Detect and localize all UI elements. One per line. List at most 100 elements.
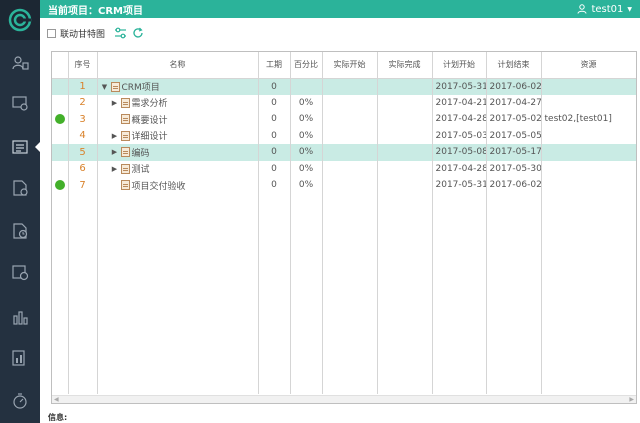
page-title: 当前项目：CRM项目	[48, 5, 143, 17]
scroll-right-icon[interactable]: ▶	[629, 396, 634, 403]
column-header-actual-end[interactable]: 实际完成	[377, 52, 433, 79]
sidebar-item-clock[interactable]	[0, 211, 40, 251]
name-cell[interactable]: 项目交付验收	[97, 177, 259, 194]
column-header-name[interactable]: 名称	[97, 52, 259, 79]
project-screen-icon	[12, 96, 28, 111]
expand-icon[interactable]: ▶	[111, 99, 119, 107]
actual-end-cell	[377, 111, 433, 128]
actual-end-cell	[377, 177, 433, 194]
actual-start-cell	[322, 160, 378, 177]
sidebar	[0, 0, 40, 423]
actual-start-cell	[322, 177, 378, 194]
column-header-duration[interactable]: 工期	[258, 52, 291, 79]
refresh-icon[interactable]	[131, 26, 145, 40]
collapse-icon[interactable]: ▼	[101, 83, 109, 91]
column-header-percent[interactable]: 百分比	[290, 52, 323, 79]
actual-start-cell	[322, 78, 378, 95]
actual-end-cell	[377, 144, 433, 161]
toolbar: 联动甘特图	[40, 18, 640, 48]
empty-cell	[258, 193, 291, 394]
link-gantt-checkbox[interactable]	[47, 28, 56, 38]
task-list-icon	[12, 140, 28, 154]
info-label: 信息:	[48, 413, 68, 422]
task-document-icon	[120, 163, 130, 174]
duration-cell: 0	[258, 160, 291, 177]
task-document-icon	[120, 130, 130, 141]
sidebar-item-document[interactable]	[0, 168, 40, 208]
user-menu[interactable]: test01 ▼	[577, 4, 632, 15]
task-document-icon	[120, 180, 130, 191]
column-header-seq[interactable]: 序号	[68, 52, 98, 79]
task-name: 详细设计	[131, 132, 168, 143]
user-icon	[577, 4, 587, 14]
name-cell[interactable]: ▶ 测试	[97, 160, 259, 177]
task-name: 项目交付验收	[131, 181, 186, 192]
sidebar-item-project-screen[interactable]	[0, 83, 40, 123]
table-row[interactable]: 6 ▶ 测试 0 0% 2017-04-28 2017-05-30	[52, 160, 636, 177]
empty-cell	[322, 193, 378, 394]
task-document-icon	[120, 147, 130, 158]
actual-end-cell	[377, 127, 433, 144]
name-cell[interactable]: ▶ 编码	[97, 144, 259, 161]
column-header-actual-start[interactable]: 实际开始	[322, 52, 378, 79]
resource-cell: test02,[test01]	[541, 111, 636, 128]
plan-start-cell: 2017-04-28	[432, 111, 487, 128]
name-cell[interactable]: 概要设计	[97, 111, 259, 128]
app-logo[interactable]	[0, 0, 40, 40]
resource-cell	[541, 127, 636, 144]
sidebar-item-users[interactable]	[0, 43, 40, 83]
seq-cell: 7	[68, 177, 98, 194]
table-row[interactable]: 5 ▶ 编码 0 0% 2017-05-08 2017-05-17	[52, 144, 636, 161]
table-row[interactable]: 1 ▼ CRM项目 0 2017-05-31 2017-06-02	[52, 78, 636, 95]
actual-end-cell	[377, 78, 433, 95]
column-header-plan-start[interactable]: 计划开始	[432, 52, 487, 79]
table-row[interactable]: 3 概要设计 0 0% 2017-04-28 2017-05-02 test02,[test…	[52, 111, 636, 128]
empty-filler-row	[52, 193, 636, 394]
status-dot-icon	[54, 114, 65, 124]
sidebar-item-task-list[interactable]	[0, 127, 40, 167]
expand-icon[interactable]: ▶	[111, 148, 119, 156]
sidebar-item-statistics[interactable]	[0, 297, 40, 337]
column-header-resource[interactable]: 资源	[541, 52, 636, 79]
duration-cell: 0	[258, 144, 291, 161]
scroll-left-icon[interactable]: ◀	[54, 396, 59, 403]
empty-cell	[97, 193, 259, 394]
column-header-plan-end[interactable]: 计划结束	[486, 52, 542, 79]
plan-end-cell: 2017-05-17	[486, 144, 542, 161]
sidebar-item-timesheet[interactable]	[0, 252, 40, 292]
empty-cell	[541, 193, 636, 394]
actual-start-cell	[322, 127, 378, 144]
plan-end-cell: 2017-04-27	[486, 94, 542, 111]
status-indicator-cell	[52, 160, 69, 177]
task-grid: 序号 名称 工期 百分比 实际开始 实际完成 计划开始 计划结束 资源 1 ▼ CR…	[51, 51, 637, 404]
settings-sliders-icon[interactable]	[113, 26, 127, 40]
plan-end-cell: 2017-06-02	[486, 78, 542, 95]
duration-cell: 0	[258, 127, 291, 144]
name-cell[interactable]: ▶ 需求分析	[97, 94, 259, 111]
sidebar-item-report[interactable]	[0, 338, 40, 378]
expand-icon[interactable]: ▶	[111, 165, 119, 173]
task-document-icon	[110, 81, 120, 92]
seq-cell: 1	[68, 78, 98, 95]
table-row[interactable]: 4 ▶ 详细设计 0 0% 2017-05-03 2017-05-05	[52, 127, 636, 144]
expand-icon[interactable]: ▶	[111, 132, 119, 140]
status-dot-icon	[54, 180, 65, 190]
percent-cell	[290, 78, 323, 95]
name-cell[interactable]: ▶ 详细设计	[97, 127, 259, 144]
empty-cell	[52, 193, 69, 394]
resource-cell	[541, 160, 636, 177]
table-row[interactable]: 2 ▶ 需求分析 0 0% 2017-04-21 2017-04-27	[52, 94, 636, 111]
percent-cell: 0%	[290, 160, 323, 177]
percent-cell: 0%	[290, 144, 323, 161]
table-row[interactable]: 7 项目交付验收 0 0% 2017-05-31 2017-06-02	[52, 177, 636, 194]
sidebar-item-timer[interactable]	[0, 381, 40, 421]
empty-cell	[290, 193, 323, 394]
status-indicator-cell	[52, 78, 69, 95]
seq-cell: 2	[68, 94, 98, 111]
percent-cell: 0%	[290, 127, 323, 144]
horizontal-scrollbar[interactable]: ◀ ▶	[52, 395, 636, 403]
top-header: 当前项目：CRM项目 test01 ▼	[40, 0, 640, 18]
name-cell[interactable]: ▼ CRM项目	[97, 78, 259, 95]
plan-end-cell: 2017-06-02	[486, 177, 542, 194]
plan-end-cell: 2017-05-30	[486, 160, 542, 177]
